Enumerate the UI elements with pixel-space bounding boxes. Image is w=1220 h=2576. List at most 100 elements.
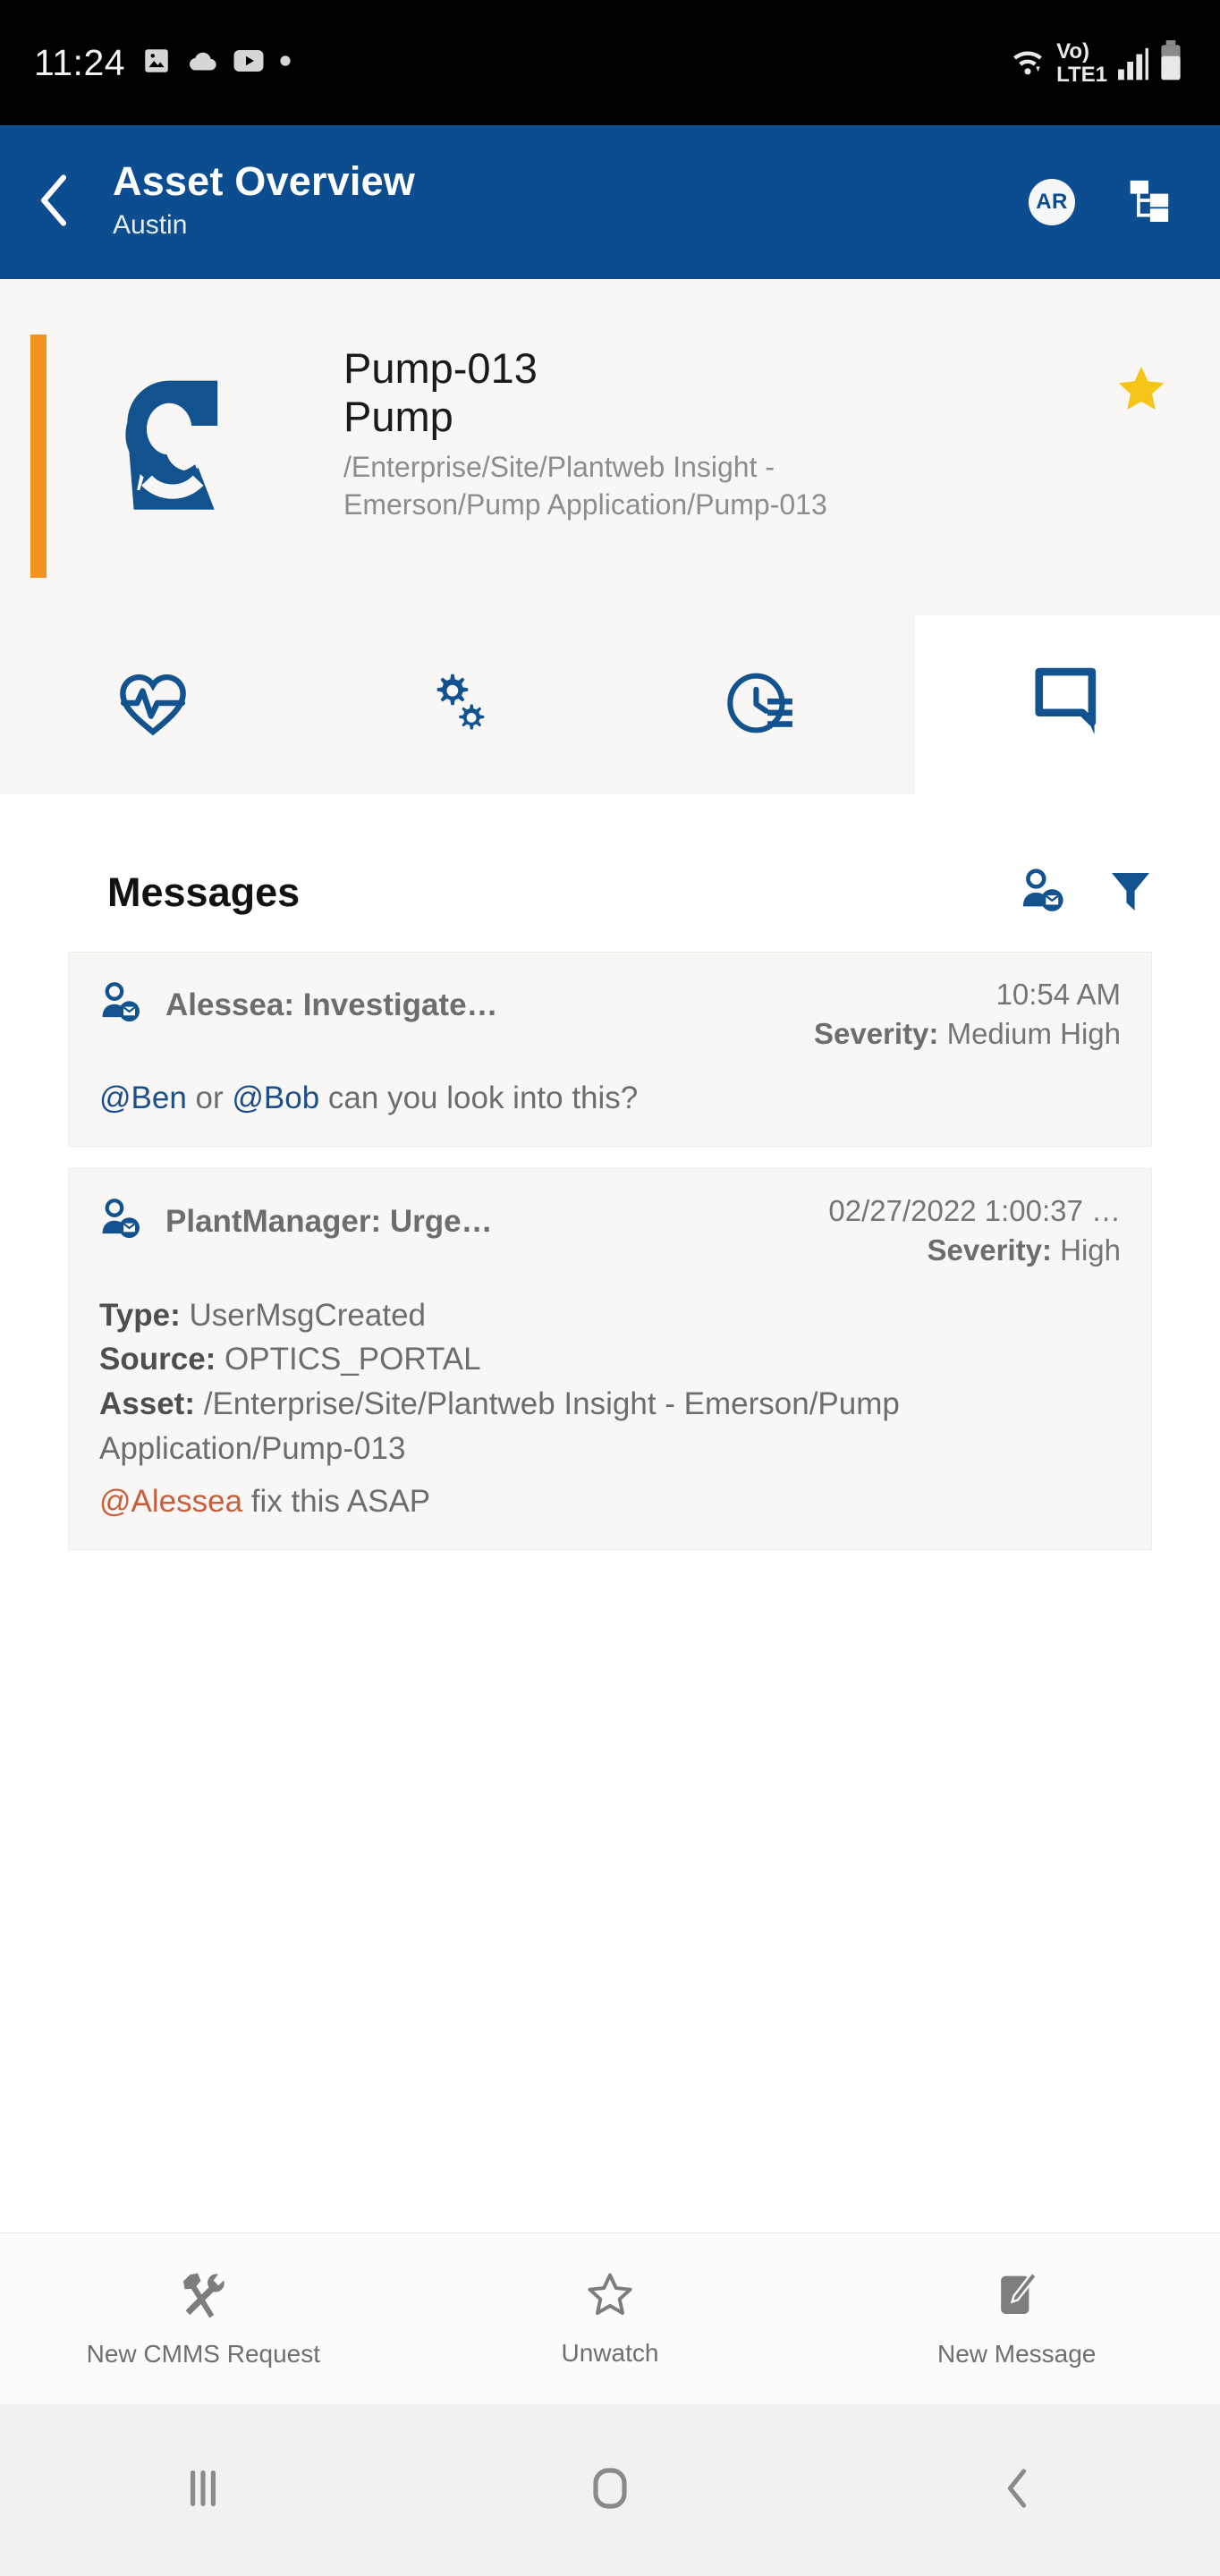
message-meta: 02/27/2022 1:00:37 … Severity: High <box>828 1192 1121 1269</box>
star-outline-icon <box>585 2270 635 2325</box>
image-icon <box>141 46 172 80</box>
app-header-actions: AR <box>1029 177 1220 228</box>
message-subject: Alessea: Investigate… <box>165 987 498 1022</box>
heart-pulse-icon <box>114 665 191 746</box>
message-body: @Alessea fix this ASAP <box>99 1479 1121 1524</box>
detail-label: Source: <box>99 1342 216 1377</box>
back-button[interactable] <box>813 2465 1220 2516</box>
status-bar-clock: 11:24 <box>34 41 126 83</box>
message-card[interactable]: Alessea: Investigate… 10:54 AM Severity:… <box>68 952 1152 1148</box>
chevron-left-icon <box>33 173 74 233</box>
messages-header-actions <box>1020 868 1163 919</box>
favorite-star-button[interactable] <box>1114 363 1168 419</box>
detail-label: Asset: <box>99 1385 195 1421</box>
user-message-icon[interactable] <box>1020 868 1068 919</box>
message-severity-value: High <box>1060 1233 1121 1267</box>
message-detail-row: Type: UserMsgCreated <box>99 1293 1121 1338</box>
message-severity-label: Severity: <box>813 1016 939 1050</box>
asset-path: /Enterprise/Site/Plantweb Insight - Emer… <box>343 450 827 521</box>
detail-value: /Enterprise/Site/Plantweb Insight - Emer… <box>99 1385 900 1466</box>
signal-bars-icon <box>1116 42 1150 86</box>
app-header-titles: Asset Overview Austin <box>107 160 1029 243</box>
message-detail-row: Asset: /Enterprise/Site/Plantweb Insight… <box>99 1382 1121 1470</box>
message-sender-row: Alessea: Investigate… <box>99 976 498 1029</box>
youtube-icon <box>233 48 265 78</box>
filter-funnel-icon[interactable] <box>1107 868 1154 919</box>
messages-header: Messages <box>0 794 1220 937</box>
tab-history[interactable] <box>610 615 915 794</box>
pump-icon <box>98 361 259 522</box>
tab-health[interactable] <box>0 615 305 794</box>
star-filled-icon <box>1114 366 1168 419</box>
message-timestamp: 10:54 AM <box>995 978 1121 1011</box>
user-message-icon <box>99 981 144 1029</box>
ar-button[interactable]: AR <box>1029 179 1075 225</box>
app-screen: 11:24 Vo) LTE1 Asset Overview Austin AR … <box>0 0 1220 2576</box>
message-sender-row: PlantManager: Urge… <box>99 1192 493 1245</box>
tab-messages[interactable] <box>915 615 1220 794</box>
detail-value: OPTICS_PORTAL <box>225 1342 481 1377</box>
hierarchy-tree-icon <box>1127 180 1170 227</box>
wifi-icon <box>1008 42 1047 86</box>
mention-link[interactable]: @Ben <box>99 1080 187 1115</box>
android-status-bar: 11:24 Vo) LTE1 <box>0 0 1220 125</box>
detail-label: Type: <box>99 1297 181 1333</box>
new-cmms-request-button[interactable]: New CMMS Request <box>0 2269 407 2368</box>
messages-title: Messages <box>107 869 301 915</box>
message-severity: Severity: Medium High <box>814 1014 1121 1054</box>
message-severity-label: Severity: <box>927 1233 1052 1267</box>
volte-icon: Vo) LTE1 <box>1056 38 1107 87</box>
recents-icon <box>182 2465 225 2516</box>
detail-value: UserMsgCreated <box>189 1297 427 1333</box>
new-message-button[interactable]: New Message <box>813 2269 1220 2368</box>
asset-summary[interactable]: Pump-013 Pump /Enterprise/Site/Plantweb … <box>0 279 1220 615</box>
message-details: Type: UserMsgCreated Source: OPTICS_PORT… <box>99 1293 1121 1524</box>
asset-name: Pump-013 <box>343 344 538 392</box>
message-body-text: can you look into this? <box>319 1080 639 1116</box>
cloud-icon <box>186 47 218 79</box>
page-title: Asset Overview <box>113 158 415 205</box>
home-icon <box>587 2465 633 2516</box>
user-message-icon <box>99 1198 144 1245</box>
gears-icon <box>421 666 495 744</box>
network-type-label: LTE1 <box>1056 62 1107 87</box>
asset-type: Pump <box>343 393 453 441</box>
message-card-header: PlantManager: Urge… 02/27/2022 1:00:37 …… <box>99 1192 1121 1269</box>
mention-link[interactable]: @Bob <box>232 1080 319 1115</box>
message-body-text: fix this ASAP <box>242 1484 431 1520</box>
asset-tab-strip <box>0 615 1220 794</box>
action-label: Unwatch <box>561 2339 659 2367</box>
page-subtitle: Austin <box>113 210 188 241</box>
recents-button[interactable] <box>0 2465 407 2516</box>
message-body: @Ben or @Bob can you look into this? <box>99 1076 1121 1121</box>
android-nav-bar <box>0 2404 1220 2576</box>
ar-badge-label: AR <box>1036 190 1068 214</box>
app-header: Asset Overview Austin AR <box>0 125 1220 279</box>
asset-text-block: Pump-013 Pump /Enterprise/Site/Plantweb … <box>343 343 970 523</box>
mention-link[interactable]: @Alessea <box>99 1484 242 1519</box>
hierarchy-button[interactable] <box>1127 177 1170 228</box>
tools-icon <box>177 2269 229 2326</box>
messages-panel: Messages Alessea: Investigate… 10:54 AM … <box>0 794 1220 1572</box>
battery-icon <box>1159 39 1182 86</box>
message-body-text: or <box>186 1080 233 1116</box>
compose-message-icon <box>992 2269 1042 2326</box>
message-severity: Severity: High <box>828 1231 1121 1270</box>
asset-status-accent-bar <box>30 335 47 578</box>
back-button[interactable] <box>0 173 107 233</box>
message-severity-value: Medium High <box>946 1016 1121 1050</box>
message-detail-row: Source: OPTICS_PORTAL <box>99 1337 1121 1382</box>
dot-icon <box>279 55 292 72</box>
clock-list-icon <box>724 665 801 746</box>
unwatch-button[interactable]: Unwatch <box>407 2270 814 2368</box>
bottom-action-bar: New CMMS Request Unwatch New Message <box>0 2233 1220 2404</box>
status-bar-notification-icons <box>141 46 292 80</box>
volte-label: Vo) <box>1056 38 1089 64</box>
message-card[interactable]: PlantManager: Urge… 02/27/2022 1:00:37 …… <box>68 1168 1152 1550</box>
home-button[interactable] <box>407 2465 814 2516</box>
message-card-header: Alessea: Investigate… 10:54 AM Severity:… <box>99 976 1121 1053</box>
message-subject: PlantManager: Urge… <box>165 1203 493 1239</box>
message-meta: 10:54 AM Severity: Medium High <box>814 976 1121 1053</box>
tab-settings[interactable] <box>305 615 610 794</box>
status-bar-left: 11:24 <box>34 42 292 84</box>
